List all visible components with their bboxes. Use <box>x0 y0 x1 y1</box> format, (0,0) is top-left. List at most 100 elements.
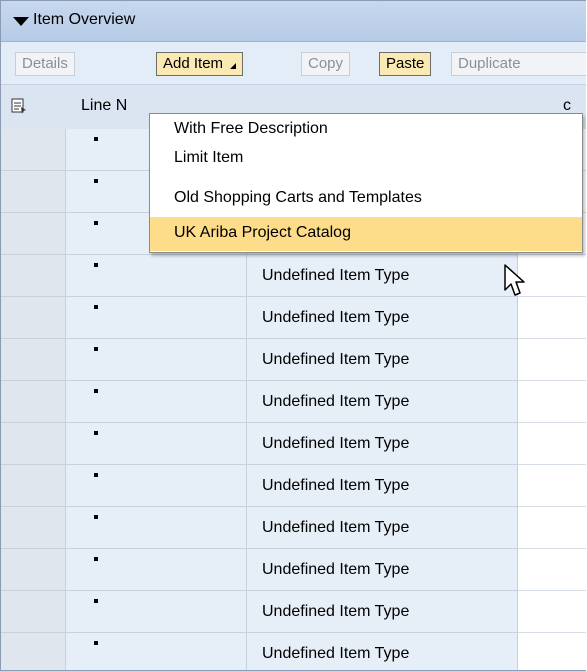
copy-button[interactable]: Copy <box>301 52 351 76</box>
item-type-label: Undefined Item Type <box>262 561 410 578</box>
table-row[interactable]: Undefined Item Type <box>1 297 586 339</box>
row-selector[interactable] <box>1 213 66 255</box>
column-header-line-number[interactable]: Line N <box>81 97 127 115</box>
item-type-cell[interactable]: Undefined Item Type <box>247 465 518 507</box>
item-type-label: Undefined Item Type <box>262 477 410 494</box>
line-number-cell[interactable] <box>66 339 247 381</box>
line-number-cell[interactable] <box>66 591 247 633</box>
collapse-triangle-icon[interactable] <box>13 17 29 26</box>
dropdown-caret-icon <box>230 63 237 69</box>
table-row[interactable]: Undefined Item Type <box>1 423 586 465</box>
bullet-icon <box>94 263 98 267</box>
menu-item-limit-item[interactable]: Limit Item <box>150 145 582 173</box>
item-type-label: Undefined Item Type <box>262 267 410 284</box>
description-cell[interactable] <box>518 633 586 670</box>
line-number-cell[interactable] <box>66 465 247 507</box>
row-selector[interactable] <box>1 129 66 171</box>
item-type-label: Undefined Item Type <box>262 645 410 662</box>
table-row[interactable]: Undefined Item Type <box>1 255 586 297</box>
bullet-icon <box>94 599 98 603</box>
table-row[interactable]: Undefined Item Type <box>1 381 586 423</box>
row-selector[interactable] <box>1 549 66 591</box>
item-type-cell[interactable]: Undefined Item Type <box>247 255 518 297</box>
duplicate-button[interactable]: Duplicate <box>451 52 586 76</box>
description-cell[interactable] <box>518 423 586 465</box>
menu-item-label: UK Ariba Project Catalog <box>174 224 351 241</box>
table-row[interactable]: Undefined Item Type <box>1 633 586 670</box>
item-type-cell[interactable]: Undefined Item Type <box>247 423 518 465</box>
description-cell[interactable] <box>518 465 586 507</box>
row-selector[interactable] <box>1 297 66 339</box>
details-button[interactable]: Details <box>15 52 75 76</box>
description-cell[interactable] <box>518 507 586 549</box>
description-cell[interactable] <box>518 255 586 297</box>
table-row[interactable]: Undefined Item Type <box>1 591 586 633</box>
menu-item-uk-ariba-project-catalog[interactable]: UK Ariba Project Catalog <box>150 217 582 251</box>
item-type-label: Undefined Item Type <box>262 393 410 410</box>
description-cell[interactable] <box>518 381 586 423</box>
row-selector[interactable] <box>1 633 66 670</box>
row-selector[interactable] <box>1 507 66 549</box>
table-settings-icon[interactable] <box>11 98 27 114</box>
bullet-icon <box>94 221 98 225</box>
details-button-label: Details <box>22 55 68 72</box>
row-selector[interactable] <box>1 255 66 297</box>
add-item-dropdown-menu: With Free Description Limit Item Old Sho… <box>149 113 583 253</box>
line-number-cell[interactable] <box>66 255 247 297</box>
line-number-cell[interactable] <box>66 381 247 423</box>
paste-button-label: Paste <box>386 55 425 72</box>
description-cell[interactable] <box>518 549 586 591</box>
line-number-cell[interactable] <box>66 423 247 465</box>
menu-item-with-free-description[interactable]: With Free Description <box>150 116 582 144</box>
bullet-icon <box>94 473 98 477</box>
bullet-icon <box>94 557 98 561</box>
bullet-icon <box>94 137 98 141</box>
item-type-cell[interactable]: Undefined Item Type <box>247 381 518 423</box>
menu-item-label: Limit Item <box>174 149 244 166</box>
panel-title: Item Overview <box>33 11 136 28</box>
description-cell[interactable] <box>518 339 586 381</box>
row-selector[interactable] <box>1 465 66 507</box>
copy-button-label: Copy <box>308 55 344 72</box>
row-selector[interactable] <box>1 423 66 465</box>
line-number-cell[interactable] <box>66 297 247 339</box>
paste-button[interactable]: Paste <box>379 52 432 76</box>
bullet-icon <box>94 641 98 645</box>
panel-header: Item Overview <box>1 1 586 42</box>
description-cell[interactable] <box>518 591 586 633</box>
item-type-cell[interactable]: Undefined Item Type <box>247 633 518 670</box>
row-selector[interactable] <box>1 171 66 213</box>
bullet-icon <box>94 347 98 351</box>
item-type-cell[interactable]: Undefined Item Type <box>247 549 518 591</box>
row-selector[interactable] <box>1 381 66 423</box>
bullet-icon <box>94 179 98 183</box>
add-item-button-label: Add Item <box>163 55 224 72</box>
table-row[interactable]: Undefined Item Type <box>1 339 586 381</box>
menu-item-old-shopping-carts[interactable]: Old Shopping Carts and Templates <box>150 185 582 213</box>
bullet-icon <box>94 431 98 435</box>
item-type-cell[interactable]: Undefined Item Type <box>247 507 518 549</box>
item-type-cell[interactable]: Undefined Item Type <box>247 297 518 339</box>
add-item-button[interactable]: Add Item <box>156 52 244 76</box>
menu-item-label: With Free Description <box>174 120 328 137</box>
line-number-cell[interactable] <box>66 633 247 670</box>
row-selector[interactable] <box>1 591 66 633</box>
row-selector[interactable] <box>1 339 66 381</box>
table-row[interactable]: Undefined Item Type <box>1 507 586 549</box>
item-type-label: Undefined Item Type <box>262 435 410 452</box>
item-type-cell[interactable]: Undefined Item Type <box>247 339 518 381</box>
mouse-cursor-icon <box>504 264 525 296</box>
description-cell[interactable] <box>518 297 586 339</box>
item-type-label: Undefined Item Type <box>262 351 410 368</box>
line-number-cell[interactable] <box>66 507 247 549</box>
item-type-label: Undefined Item Type <box>262 603 410 620</box>
item-toolbar: Details Add Item Copy Paste Duplicate <box>1 42 586 85</box>
bullet-icon <box>94 389 98 393</box>
bullet-icon <box>94 305 98 309</box>
table-row[interactable]: Undefined Item Type <box>1 549 586 591</box>
line-number-cell[interactable] <box>66 549 247 591</box>
item-type-cell[interactable]: Undefined Item Type <box>247 591 518 633</box>
menu-item-label: Old Shopping Carts and Templates <box>174 189 422 206</box>
table-row[interactable]: Undefined Item Type <box>1 465 586 507</box>
duplicate-button-label: Duplicate <box>458 55 521 72</box>
